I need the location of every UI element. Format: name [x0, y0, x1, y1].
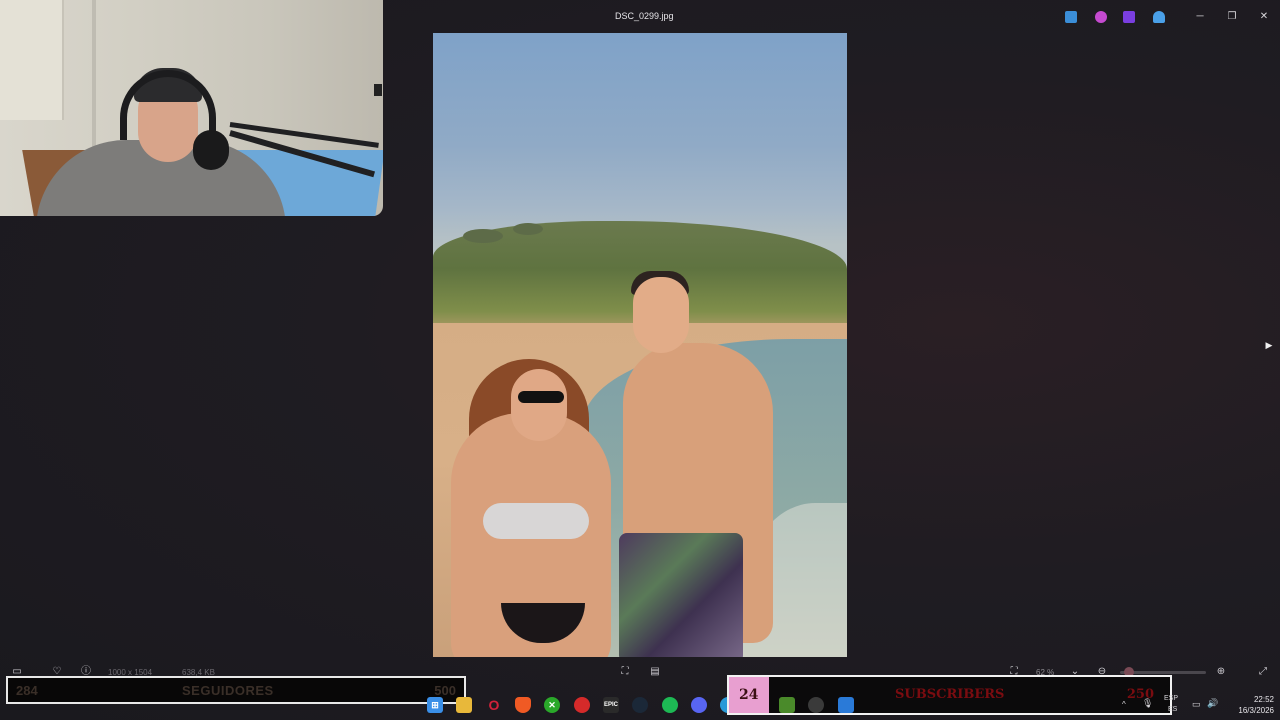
clipchamp-icon[interactable]: [1123, 11, 1135, 23]
network-icon[interactable]: ▭: [1192, 699, 1201, 710]
fullscreen-icon[interactable]: ⤢: [1256, 666, 1270, 678]
mic-arm-upper: [229, 122, 379, 148]
minimize-button[interactable]: ─: [1189, 8, 1211, 26]
zoom-in-icon[interactable]: ⊕: [1214, 666, 1228, 678]
minecraft-icon[interactable]: [779, 697, 795, 713]
epic-games-icon[interactable]: EPIC: [603, 697, 619, 713]
photos-app-screen: DSC_0299.jpg ─ ❐ ✕ ▶ ▭ ♡ ⓘ 1000 x 1504 6…: [0, 0, 1280, 720]
discord-icon[interactable]: [691, 697, 707, 713]
photo-tree-top: [463, 229, 503, 243]
subscribers-count-box: 24: [729, 677, 769, 713]
photo-swim-shorts: [619, 533, 743, 657]
start-icon[interactable]: ⊞: [427, 697, 443, 713]
microphone-tray-icon[interactable]: 🎙: [1142, 698, 1153, 709]
wall-switch: [374, 84, 382, 96]
photo-tree-top: [513, 223, 543, 235]
title-bar: DSC_0299.jpg ─ ❐ ✕: [383, 0, 1280, 34]
fit-to-window-icon[interactable]: ⛶: [618, 666, 632, 678]
next-image-arrow-icon[interactable]: ▶: [1262, 336, 1276, 354]
window-title: DSC_0299.jpg: [615, 11, 674, 21]
obs-icon[interactable]: [808, 697, 824, 713]
steam-icon[interactable]: [632, 697, 648, 713]
tray-overflow-chevron-icon[interactable]: ^: [1122, 700, 1126, 709]
photos-icon[interactable]: [838, 697, 854, 713]
adjust-icon[interactable]: ▤: [648, 666, 662, 678]
subscribers-count: 24: [739, 687, 759, 703]
clock-time[interactable]: 22:52: [1246, 695, 1274, 704]
edit-icon[interactable]: [1065, 11, 1077, 23]
language-indicator[interactable]: ESP: [1164, 695, 1178, 702]
displayed-photo[interactable]: [433, 33, 847, 657]
photo-woman-face: [511, 369, 567, 441]
app-red-icon[interactable]: [574, 697, 590, 713]
onedrive-icon[interactable]: [1153, 11, 1165, 23]
file-explorer-icon[interactable]: [456, 697, 472, 713]
copilot-icon[interactable]: [1095, 11, 1107, 23]
clock-date[interactable]: 16/3/2026: [1230, 706, 1274, 715]
spotify-icon[interactable]: [662, 697, 678, 713]
photo-bikini-top: [483, 503, 589, 539]
volume-icon[interactable]: 🔊: [1207, 698, 1218, 709]
headphones: [120, 70, 216, 140]
subscribers-label: SUBSCRIBERS: [895, 687, 1005, 702]
photo-man-head: [633, 277, 689, 353]
photo-sunglasses: [518, 391, 564, 403]
keyboard-layout-indicator[interactable]: ES: [1168, 706, 1177, 713]
close-button[interactable]: ✕: [1253, 8, 1275, 26]
restore-button[interactable]: ❐: [1221, 8, 1243, 26]
xbox-icon[interactable]: ✕: [544, 697, 560, 713]
opera-icon[interactable]: O: [486, 697, 502, 713]
brave-icon[interactable]: [515, 697, 531, 713]
webcam-overlay: [0, 0, 383, 216]
webcam-door: [0, 0, 64, 120]
microphone: [193, 130, 229, 170]
